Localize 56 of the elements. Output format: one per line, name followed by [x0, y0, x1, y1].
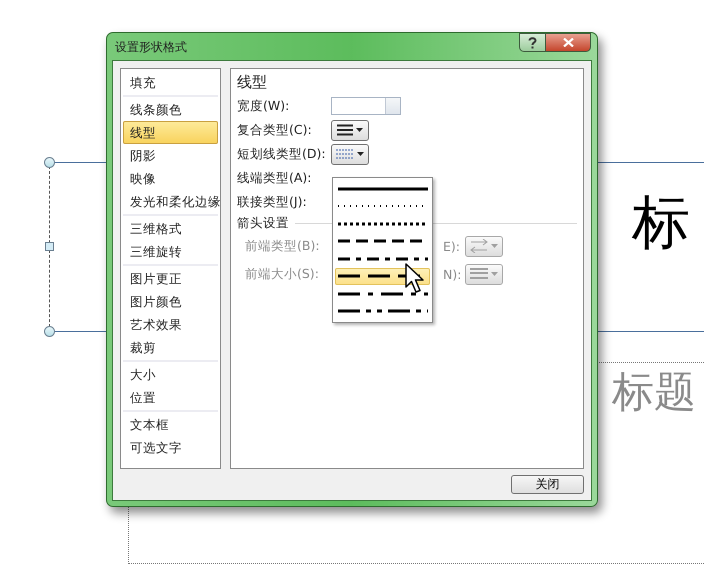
sidebar-item[interactable]: 位置 [123, 386, 218, 409]
sidebar-item[interactable]: 图片颜色 [123, 290, 218, 313]
dash-line-icon [338, 292, 428, 296]
cursor-icon [405, 263, 425, 295]
dash-line-icon [338, 309, 428, 314]
sidebar-item[interactable]: 填充 [123, 71, 218, 94]
resize-handle[interactable] [44, 157, 55, 168]
caret-icon [491, 244, 498, 248]
section-heading: 箭头设置 [237, 214, 289, 232]
sidebar-item[interactable]: 可选文字 [123, 436, 218, 459]
field-label: 短划线类型(D): [237, 146, 327, 162]
sidebar-item[interactable]: 三维旋转 [123, 240, 218, 263]
arrow-type-dropdown[interactable] [465, 236, 503, 256]
panel-heading: 线型 [237, 73, 268, 92]
dash-type-dropdown[interactable] [331, 144, 369, 164]
arrow-style-icon [470, 239, 488, 253]
resize-handle[interactable] [44, 326, 55, 337]
slide-title-text: 标 [632, 194, 690, 252]
close-icon [562, 38, 574, 47]
line-sizes-icon [470, 268, 488, 280]
help-button[interactable] [519, 33, 546, 52]
field-label: N): [443, 266, 462, 282]
sidebar-item[interactable]: 映像 [123, 167, 218, 190]
sidebar-item[interactable]: 线型 [123, 121, 218, 144]
field-label: 前端类型(B): [245, 238, 321, 254]
sidebar-item[interactable]: 线条颜色 [123, 98, 218, 121]
sidebar-item[interactable]: 大小 [123, 363, 218, 386]
field-label: E): [443, 238, 461, 254]
close-dialog-button[interactable]: 关闭 [511, 475, 584, 494]
sidebar-item[interactable]: 图片更正 [123, 267, 218, 290]
field-label: 复合类型(C): [237, 122, 313, 138]
field-label: 联接类型(J): [237, 194, 308, 210]
compound-lines-icon [337, 124, 353, 136]
sidebar-item[interactable]: 三维格式 [123, 217, 218, 240]
sidebar-item[interactable]: 发光和柔化边缘 [123, 190, 218, 213]
caret-icon [357, 152, 364, 156]
sidebar-item[interactable]: 文本框 [123, 413, 218, 436]
caret-icon [356, 128, 363, 132]
close-button[interactable] [546, 33, 591, 52]
field-label: 宽度(W): [237, 98, 290, 114]
resize-handle[interactable] [45, 242, 54, 251]
field-label: 线端类型(A): [237, 170, 313, 186]
sidebar-item[interactable]: 裁剪 [123, 336, 218, 359]
window-title: 设置形状格式 [114, 39, 187, 56]
dashed-lines-icon [336, 149, 354, 159]
help-icon [528, 36, 537, 48]
sidebar-item[interactable]: 艺术效果 [123, 313, 218, 336]
caret-icon [491, 272, 498, 276]
compound-type-dropdown[interactable] [331, 120, 369, 140]
dash-line-icon [338, 222, 428, 226]
slide-subtitle-text: 标题 [612, 372, 696, 414]
sidebar-item[interactable]: 阴影 [123, 144, 218, 167]
arrow-size-dropdown[interactable] [465, 264, 503, 284]
field-label: 前端大小(S): [245, 266, 320, 282]
dash-line-icon [338, 186, 428, 191]
dash-line-icon [338, 256, 428, 261]
